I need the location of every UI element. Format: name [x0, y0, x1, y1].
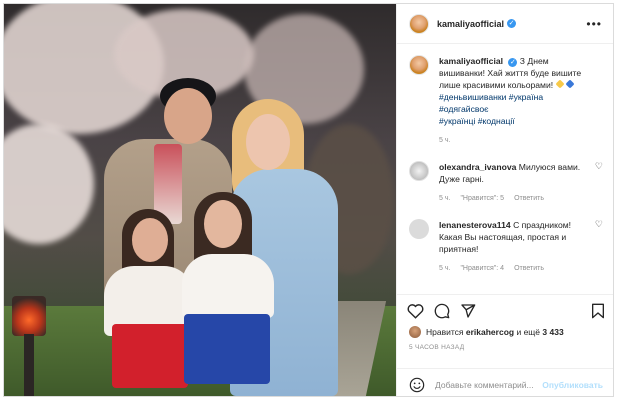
add-comment-bar: Добавьте комментарий... Опубликовать: [397, 368, 613, 396]
post-photo: [4, 4, 396, 396]
share-icon[interactable]: [460, 303, 476, 319]
caption-hashtags[interactable]: #деньвишиванки #україна: [439, 92, 543, 102]
caption-avatar[interactable]: [409, 55, 429, 75]
comment-body: olexandra_ivanova Милуюся вами. Дуже гар…: [439, 161, 589, 205]
post-actions: Нравится erikahercog и ещё 3 433 5 ЧАСОВ…: [397, 294, 613, 396]
comment-item: olexandra_ivanova Милуюся вами. Дуже гар…: [397, 147, 613, 205]
blue-heart-icon: [565, 79, 575, 89]
heart-icon[interactable]: [407, 303, 424, 319]
liker-username[interactable]: erikahercog: [466, 327, 514, 337]
caption-body: kamaliyaofficial ✓ З Днем вишиванки! Хай…: [439, 55, 589, 147]
likes-and: и ещё: [516, 327, 541, 337]
yellow-heart-icon: [555, 79, 565, 89]
caption-username[interactable]: kamaliyaofficial: [439, 56, 503, 66]
post-side-panel: kamaliyaofficial ✓ ••• kamaliyaofficial …: [396, 4, 613, 396]
lantern-post: [24, 334, 34, 396]
commenter-avatar[interactable]: [409, 219, 429, 239]
caption-hashtags[interactable]: #українці #коднації: [439, 116, 515, 126]
lantern: [12, 296, 46, 336]
comment-body: lenanesterova114 С праздником! Какая Вы …: [439, 219, 589, 275]
bookmark-icon[interactable]: [591, 303, 605, 319]
author-username[interactable]: kamaliyaofficial: [437, 19, 504, 29]
verified-badge-icon: ✓: [507, 19, 517, 28]
comment-meta: 5 ч. "Нравится": 5 Ответить: [439, 193, 589, 205]
comment-input[interactable]: Добавьте комментарий...: [435, 380, 542, 390]
more-options-icon[interactable]: •••: [586, 17, 602, 31]
likes-count[interactable]: 3 433: [542, 327, 563, 337]
reply-button[interactable]: Ответить: [514, 263, 544, 275]
likes-summary: Нравится erikahercog и ещё 3 433: [397, 319, 613, 338]
commenter-avatar[interactable]: [409, 161, 429, 181]
verified-badge-icon: ✓: [508, 58, 518, 67]
reply-button[interactable]: Ответить: [514, 193, 544, 205]
blossom-decoration: [4, 124, 94, 244]
comment-time: 5 ч.: [439, 195, 451, 202]
liker-avatar[interactable]: [409, 326, 421, 338]
comments-list: kamaliyaofficial ✓ З Днем вишиванки! Хай…: [397, 45, 613, 294]
comment-item: lenanesterova114 С праздником! Какая Вы …: [397, 205, 613, 275]
post-header: kamaliyaofficial ✓ •••: [397, 4, 613, 44]
instagram-post-modal: kamaliyaofficial ✓ ••• kamaliyaofficial …: [3, 3, 614, 397]
post-comment-button[interactable]: Опубликовать: [542, 380, 603, 390]
emoji-icon[interactable]: [409, 377, 425, 393]
commenter-username[interactable]: lenanesterova114: [439, 220, 511, 230]
like-comment-heart-icon[interactable]: ♡: [595, 161, 603, 172]
caption: kamaliyaofficial ✓ З Днем вишиванки! Хай…: [397, 45, 613, 147]
caption-meta: 5 ч.: [439, 135, 589, 147]
author-avatar[interactable]: [409, 13, 429, 34]
caption-hashtags[interactable]: #одягайсвоє: [439, 104, 489, 114]
comment-time: 5 ч.: [439, 265, 451, 272]
like-comment-heart-icon[interactable]: ♡: [595, 219, 603, 230]
post-date[interactable]: 5 ЧАСОВ НАЗАД: [397, 338, 613, 351]
caption-time: 5 ч.: [439, 137, 451, 144]
comment-meta: 5 ч. "Нравится": 4 Ответить: [439, 263, 589, 275]
comment-likes[interactable]: "Нравится": 5: [460, 193, 504, 205]
commenter-username[interactable]: olexandra_ivanova: [439, 162, 516, 172]
comment-likes[interactable]: "Нравится": 4: [460, 263, 504, 275]
comment-icon[interactable]: [434, 303, 450, 319]
likes-prefix: Нравится: [426, 327, 464, 337]
action-icons: [397, 295, 613, 319]
